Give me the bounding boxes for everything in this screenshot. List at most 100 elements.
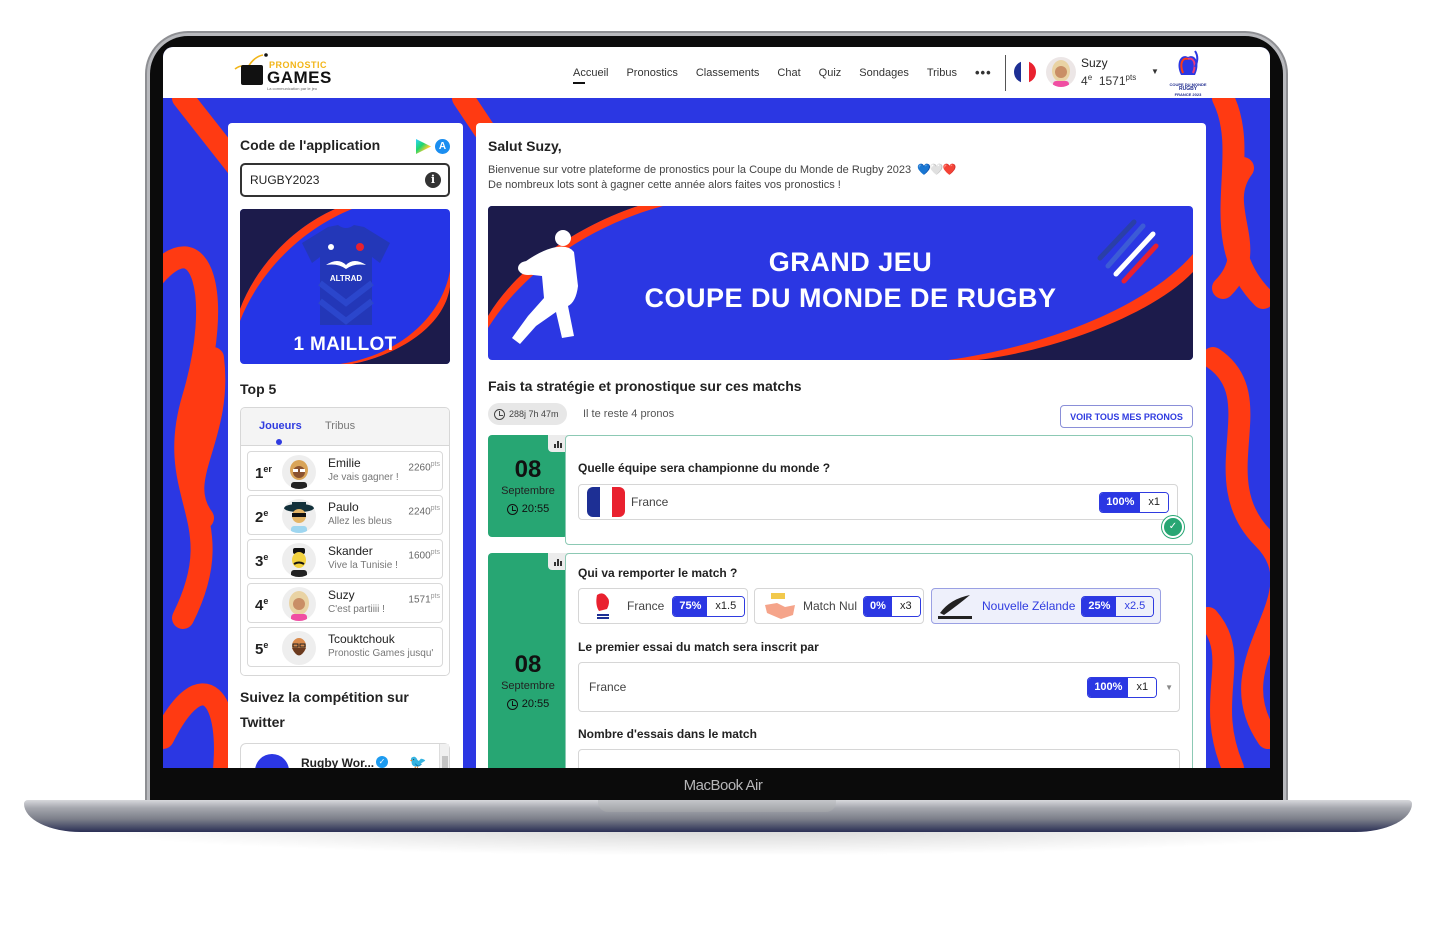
choice-new-zealand[interactable]: Nouvelle Zélande 25% x2.5 <box>931 588 1161 624</box>
grand-jeu-banner[interactable]: GRAND JEU COUPE DU MONDE DE RUGBY <box>488 206 1193 360</box>
rank-row[interactable]: 5e Tcouktchouk Pronostic Games jusqu' <box>247 627 443 667</box>
choice-france[interactable]: France 100% x1 <box>578 484 1178 520</box>
twitter-widget[interactable]: Rugby Wor... ✓ 🐦 <box>240 743 450 768</box>
player-avatar <box>282 543 316 577</box>
countdown-value: 288j 7h 47m <box>509 409 559 419</box>
clock-icon <box>506 698 518 710</box>
france-flag-icon <box>587 487 625 517</box>
top5-tabs: Joueurs Tribus <box>241 408 449 446</box>
app-code-input[interactable] <box>240 163 450 197</box>
match-time: 20:55 <box>488 503 568 515</box>
nav-chat[interactable]: Chat <box>777 67 800 79</box>
intro-text: Bienvenue sur votre plateforme de pronos… <box>488 163 956 193</box>
player-message: Je vais gagner ! <box>328 472 399 483</box>
main-content: Salut Suzy, Bienvenue sur votre platefor… <box>476 123 1206 768</box>
twitter-section-title: Suivez la compétition sur Twitter <box>240 689 409 730</box>
main-nav: Accueil Pronostics Classements Chat Quiz… <box>573 47 992 98</box>
prize-card[interactable]: ALTRAD 1 MAILLOT <box>240 209 450 364</box>
player-avatar <box>282 631 316 665</box>
more-menu-icon[interactable]: ••• <box>975 65 992 80</box>
laptop-notch <box>598 800 836 812</box>
rank-row[interactable]: 3e Skander Vive la Tunisie ! 1600pts <box>247 539 443 579</box>
rank-row[interactable]: 2e Paulo Allez les bleus 2240pts <box>247 495 443 535</box>
pronostic-games-logo[interactable]: PRONOSTIC GAMES La communication par le … <box>233 53 331 91</box>
language-flag-icon[interactable] <box>1014 61 1036 83</box>
odds-badge: 100% x1 <box>1087 676 1158 698</box>
prize-label: 1 MAILLOT <box>293 334 397 355</box>
logo-line2: GAMES <box>267 68 332 87</box>
player-name: Skander <box>328 544 373 558</box>
match-day: 08 <box>514 456 542 483</box>
player-avatar <box>282 499 316 533</box>
nav-accueil[interactable]: Accueil <box>573 67 608 84</box>
france-rugby-rooster-icon <box>596 593 609 619</box>
tab-joueurs[interactable]: Joueurs <box>259 420 302 432</box>
rank-row[interactable]: 1er Emilie Je vais gagner ! 2260pts <box>247 451 443 491</box>
first-try-select[interactable]: France 100% x1 ▼ <box>578 662 1180 712</box>
rank-row[interactable]: 4e Suzy C'est partiiii ! 1571pts <box>247 583 443 623</box>
active-tab-indicator <box>276 439 282 445</box>
rugby-world-cup-logo: COUPE DU MONDE RUGBY FRANCE 2023 <box>1168 49 1208 97</box>
choice-draw[interactable]: Match Nul 0% x3 <box>754 588 924 624</box>
svg-text:ALTRAD: ALTRAD <box>330 274 363 283</box>
nav-sondages[interactable]: Sondages <box>859 67 909 79</box>
rwc-logo-line3: FRANCE 2023 <box>1174 92 1202 97</box>
user-name[interactable]: Suzy <box>1081 56 1108 70</box>
nav-classements[interactable]: Classements <box>696 67 760 79</box>
remaining-pronos: Il te reste 4 pronos <box>583 408 675 420</box>
twitter-account-name[interactable]: Rugby Wor... <box>301 756 374 768</box>
nav-quiz[interactable]: Quiz <box>819 67 842 79</box>
rwc-emblem-icon <box>1178 50 1199 75</box>
info-icon[interactable]: i <box>425 172 441 188</box>
choice-france[interactable]: France 75% x1.5 <box>578 588 748 624</box>
odds-percent: 0% <box>864 596 892 616</box>
validated-check-icon: ✓ <box>1162 516 1184 538</box>
jersey-image: ALTRAD <box>302 225 390 325</box>
odds-multiplier: x1 <box>1128 677 1157 697</box>
verified-badge-icon: ✓ <box>376 756 388 768</box>
question-label: Nombre d'essais dans le match <box>578 727 757 741</box>
odds-multiplier: x1 <box>1140 492 1168 512</box>
view-all-pronos-button[interactable]: VOIR TOUS MES PRONOS <box>1060 405 1193 428</box>
choice-label: Match Nul <box>803 599 858 613</box>
intro-line2: De nombreux lots sont à gagner cette ann… <box>488 179 841 191</box>
choice-label: Nouvelle Zélande <box>982 599 1076 613</box>
player-message: Vive la Tunisie ! <box>328 560 398 571</box>
user-menu-caret-icon[interactable]: ▼ <box>1151 67 1159 76</box>
tries-count-select[interactable] <box>578 749 1180 768</box>
question-card: Qui va remporter le match ? France 75% x… <box>565 553 1193 768</box>
odds-badge: 0% x3 <box>863 595 921 617</box>
player-avatar <box>282 455 316 489</box>
rank-position: 3e <box>255 552 269 570</box>
top-bar: PRONOSTIC GAMES La communication par le … <box>163 47 1270 98</box>
question-label: Quelle équipe sera championne du monde ? <box>578 461 831 475</box>
dropdown-caret-icon[interactable]: ▼ <box>1165 683 1173 692</box>
nav-pronostics[interactable]: Pronostics <box>626 67 677 79</box>
top5-leaderboard: Joueurs Tribus 1er Emilie Je vais gagner… <box>240 407 450 676</box>
twitter-bird-icon[interactable]: 🐦 <box>409 754 426 768</box>
odds-multiplier: x3 <box>891 596 920 616</box>
tab-tribus[interactable]: Tribus <box>325 420 355 432</box>
match-card: 08 Septembre 20:55 Qui va remporter le m… <box>488 553 1193 768</box>
sidebar: Code de l'application A i ALTRAD 1 MAIL <box>228 123 463 768</box>
choice-label: France <box>627 599 665 613</box>
choice-label: France <box>631 495 669 509</box>
clock-icon <box>494 408 505 420</box>
player-message: Pronostic Games jusqu' <box>328 648 434 659</box>
odds-badge: 75% x1.5 <box>672 595 746 617</box>
user-rank: 4e 1571pts <box>1081 73 1137 88</box>
odds-badge: 100% x1 <box>1099 491 1169 513</box>
top5-title: Top 5 <box>240 381 277 397</box>
odds-percent: 75% <box>673 596 708 616</box>
player-name: Paulo <box>328 500 359 514</box>
user-avatar[interactable] <box>1046 57 1076 87</box>
google-play-icon[interactable] <box>416 139 431 154</box>
twitter-scrollbar[interactable] <box>439 744 449 768</box>
store-links: A <box>416 139 450 154</box>
question-card: Quelle équipe sera championne du monde ?… <box>565 435 1193 545</box>
app-store-icon[interactable]: A <box>435 139 450 154</box>
nav-tribus[interactable]: Tribus <box>927 67 957 79</box>
handshake-icon <box>765 593 795 619</box>
match-time: 20:55 <box>488 698 568 710</box>
player-points: 2260pts <box>407 461 440 474</box>
